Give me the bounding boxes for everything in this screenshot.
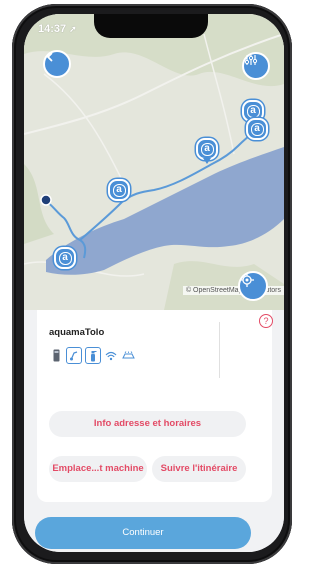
- station-card: ? aquamaTolo Info adresse et horaires Em…: [37, 310, 273, 502]
- map-attribution[interactable]: © OpenStreetMap contributors: [182, 286, 284, 295]
- info-hours-button[interactable]: Info adresse et horaires: [49, 411, 246, 437]
- spray-bottle-icon: [85, 347, 101, 364]
- marker-glyph: a: [112, 183, 126, 197]
- locate-me-button[interactable]: [238, 271, 268, 301]
- chevron-left-icon: [46, 52, 53, 62]
- machine-location-button[interactable]: Emplace...t machine: [49, 456, 147, 482]
- filter-button[interactable]: [242, 52, 270, 80]
- station-marker[interactable]: a: [108, 179, 130, 201]
- vacuum-icon: [66, 347, 82, 364]
- status-time: 14:37 ➚: [38, 23, 77, 35]
- crosshair-icon: [240, 273, 254, 287]
- station-sheet: ? aquamaTolo Info adresse et horaires Em…: [24, 310, 284, 552]
- location-arrow-icon: ➚: [69, 24, 77, 34]
- map-marker-selected[interactable]: [40, 194, 52, 206]
- app-screen: aaaaa 14:37 ➚ © OpenStreetMap contributo…: [24, 14, 284, 552]
- marker-glyph: a: [200, 142, 214, 156]
- station-marker[interactable]: a: [246, 118, 268, 140]
- status-bar: 14:37 ➚: [24, 14, 284, 42]
- signal-wifi-battery-icon: [282, 29, 284, 32]
- clock-text: 14:37: [38, 23, 67, 35]
- car-wash-icon: [121, 348, 135, 363]
- wifi-icon: [104, 348, 118, 363]
- station-features: [49, 347, 135, 364]
- marker-glyph: a: [250, 122, 264, 136]
- station-name: aquamaTolo: [49, 327, 105, 338]
- marker-glyph: a: [246, 104, 260, 118]
- station-marker[interactable]: a: [54, 247, 76, 269]
- sliders-icon: [244, 55, 258, 65]
- continue-button[interactable]: Continuer: [35, 517, 251, 549]
- back-button[interactable]: [43, 50, 71, 78]
- help-icon[interactable]: ?: [259, 314, 273, 328]
- notch: [94, 14, 208, 38]
- card-divider: [219, 322, 220, 378]
- marker-pin-tip: [203, 158, 211, 164]
- payment-card-icon: [49, 348, 63, 363]
- map-view[interactable]: aaaaa 14:37 ➚ © OpenStreetMap contributo…: [24, 14, 284, 310]
- marker-glyph: a: [58, 251, 72, 265]
- station-marker[interactable]: a: [196, 138, 218, 164]
- follow-route-button[interactable]: Suivre l'itinéraire: [152, 456, 246, 482]
